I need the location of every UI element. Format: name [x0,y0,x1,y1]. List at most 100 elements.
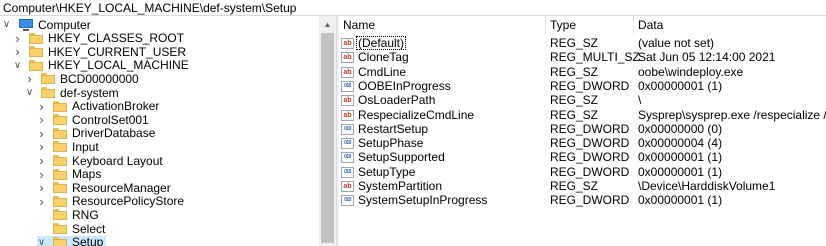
computer-icon [18,18,34,31]
tree-node-label: Input [72,139,99,154]
tree-node[interactable]: › BCD00000000 [25,71,139,86]
folder-icon [53,114,67,126]
chevron-down-icon[interactable]: ∨ [25,86,34,99]
value-data: \Device\HarddiskVolume1 [638,179,776,193]
value-row[interactable]: 010 RestartSetup REG_DWORD 0x00000000 (0) [339,122,826,136]
scroll-up-arrow-icon[interactable]: ▲ [319,16,336,33]
tree-node-label: HKEY_CURRENT_USER [48,44,187,59]
value-type: REG_DWORD [550,136,630,151]
value-type: REG_MULTI_SZ [550,50,640,65]
tree-node[interactable]: ∨ HKEY_LOCAL_MACHINE [13,58,189,72]
tree-node[interactable]: ∨ Computer [2,18,91,32]
value-name: SetupSupported [358,150,445,165]
tree-node-label: HKEY_CLASSES_ROOT [48,31,185,46]
folder-icon [53,168,67,180]
no-children-spacer [37,222,46,235]
chevron-right-icon[interactable]: › [37,194,46,209]
tree-node-label: ResourcePolicyStore [72,194,185,209]
tree-node[interactable]: Select [37,222,105,236]
folder-icon [53,209,67,221]
value-row[interactable]: 010 SetupSupported REG_DWORD 0x00000001 (1) [339,150,826,164]
chevron-right-icon[interactable]: › [37,126,46,141]
tree-node[interactable]: › ResourcePolicyStore [37,194,185,209]
value-row[interactable]: ab SystemPartition REG_SZ \Device\HarddiskV… [339,179,826,193]
folder-icon [53,182,67,194]
value-row[interactable]: ab CloneTag REG_MULTI_SZ Sat Jun 05 12:14:0… [339,50,826,64]
value-data: 0x00000001 (1) [638,78,723,93]
tree-node[interactable]: › HKEY_CLASSES_ROOT [13,31,185,46]
folder-icon [53,155,67,166]
column-header-row: Name Type Data [339,16,826,34]
folder-icon [29,32,43,44]
chevron-right-icon[interactable]: › [37,167,46,182]
tree-node[interactable]: › ResourceManager [37,180,170,195]
value-name: (Default) [356,36,407,50]
tree-node[interactable]: › Maps [37,167,101,182]
column-header-type[interactable]: Type [546,16,634,34]
chevron-right-icon[interactable]: › [37,180,46,195]
chevron-right-icon[interactable]: › [37,99,46,114]
value-row[interactable]: 010 SystemSetupInProgress REG_DWORD 0x00000… [339,193,826,207]
value-name: SystemSetupInProgress [358,193,488,208]
binary-value-icon: 010 [341,138,354,150]
value-data: 0x00000004 (4) [638,136,723,151]
chevron-down-icon[interactable]: ∨ [13,59,22,72]
tree-node[interactable]: ∨ Setup [37,235,107,246]
binary-value-icon: 010 [341,123,354,135]
value-name: SetupType [358,164,416,179]
string-value-icon: ab [341,95,354,107]
value-row[interactable]: ab OsLoaderPath REG_SZ \ [339,93,826,107]
value-row[interactable]: 010 SetupPhase REG_DWORD 0x00000004 (4) [339,136,826,150]
value-row[interactable]: ab (Default) REG_SZ (value not set) [339,36,826,50]
value-type: REG_DWORD [550,164,630,179]
values-list[interactable]: Name Type Data ab (Default) REG_SZ (value n… [339,16,826,246]
tree-node[interactable]: › HKEY_CURRENT_USER [13,44,187,59]
chevron-down-icon[interactable]: ∨ [37,236,46,246]
value-row[interactable]: ab RespecializeCmdLine REG_SZ Sysprep\syspr… [339,108,826,122]
registry-tree[interactable]: ∨ Computer › HKEY_CLASSES_ROOT › HKEY_CURRENT… [0,16,319,246]
chevron-right-icon[interactable]: › [37,139,46,154]
value-data: (value not set) [638,36,715,50]
tree-node[interactable]: ∨ def-system [25,85,119,100]
binary-value-icon: 010 [341,166,354,178]
tree-node[interactable]: › Input [37,139,99,154]
value-data: Sysprep\sysprep.exe /respecialize /quiet [638,107,826,122]
tree-node[interactable]: › ControlSet001 [37,112,148,127]
string-value-icon: ab [341,66,354,78]
tree-node[interactable]: › DriverDatabase [37,126,155,141]
folder-icon [53,195,67,207]
value-type: REG_DWORD [550,150,630,165]
tree-node-label: BCD00000000 [60,71,139,86]
value-name: OOBEInProgress [358,78,451,93]
column-header-data[interactable]: Data [634,16,826,34]
tree-node-label: Keyboard Layout [72,153,163,168]
tree-node[interactable]: › Keyboard Layout [37,153,163,168]
chevron-down-icon[interactable]: ∨ [2,18,11,31]
chevron-right-icon[interactable]: › [37,112,46,127]
tree-node-label: RNG [72,207,99,222]
value-type: REG_SZ [550,93,599,108]
chevron-right-icon[interactable]: › [37,153,46,168]
value-name: CloneTag [358,50,409,65]
column-header-name[interactable]: Name [339,16,546,34]
value-row[interactable]: 010 SetupType REG_DWORD 0x00000001 (1) [339,165,826,179]
value-type: REG_SZ [550,179,599,193]
chevron-right-icon[interactable]: › [13,44,22,59]
tree-scrollbar[interactable]: ▲ [319,16,336,246]
value-row[interactable]: 010 OOBEInProgress REG_DWORD 0x00000001 (1) [339,79,826,93]
value-data: Sat Jun 05 12:14:00 2021 [638,50,776,65]
tree-node[interactable]: › ActivationBroker [37,99,159,114]
tree-node[interactable]: RNG [37,207,99,222]
value-data: oobe\windeploy.exe [638,64,744,79]
value-name: CmdLine [358,64,407,79]
value-name: SystemPartition [358,179,443,193]
scrollbar-thumb[interactable] [321,33,334,243]
tree-node-label: def-system [60,85,119,100]
chevron-right-icon[interactable]: › [25,71,34,86]
value-row[interactable]: ab CmdLine REG_SZ oobe\windeploy.exe [339,65,826,79]
string-value-icon: ab [341,181,354,192]
folder-icon [53,127,67,139]
address-bar[interactable]: Computer\HKEY_LOCAL_MACHINE\def-system\S… [0,0,826,16]
value-name: SetupPhase [358,136,424,151]
chevron-right-icon[interactable]: › [13,31,22,46]
